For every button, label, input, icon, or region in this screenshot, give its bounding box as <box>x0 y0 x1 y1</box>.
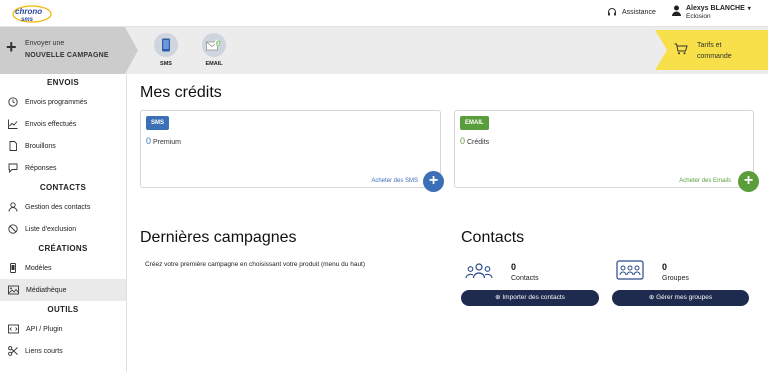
image-icon <box>8 285 19 295</box>
email-credit-value: 0 <box>460 136 466 146</box>
plus-circle-icon: ⊕ <box>495 294 501 301</box>
buy-emails-plus-button[interactable]: + <box>738 171 759 192</box>
sidebar-item-api-plugin[interactable]: API / Plugin <box>0 318 126 340</box>
sidebar-item-reponses[interactable]: Réponses <box>0 157 126 179</box>
users-group-icon <box>465 263 493 279</box>
manage-groups-label: Gérer mes groupes <box>656 294 713 301</box>
new-campaign-line1: Envoyer une <box>25 40 65 47</box>
tarifs-line1: Tarifs et <box>697 42 722 49</box>
plus-circle-icon: ⊕ <box>648 294 655 301</box>
chronosms-logo[interactable]: chrono sms <box>12 4 52 24</box>
sidebar-item-label: Modèles <box>25 264 52 272</box>
sms-credit-value: 0 <box>146 136 152 146</box>
sidebar-item-liste-exclusion[interactable]: Liste d'exclusion <box>0 218 126 240</box>
plus-icon: + <box>6 37 17 57</box>
campaigns-empty-text: Créez votre première campagne en choisis… <box>145 261 366 268</box>
section-creations: CRÉATIONS <box>38 244 88 253</box>
contacts-count: 0 <box>511 262 517 272</box>
channel-email[interactable]: @ EMAIL <box>199 33 229 67</box>
top-bar: chrono sms Assistance Alexys BLANCHE ▾ Ec… <box>0 0 768 27</box>
sidebar-item-label: Gestion des contacts <box>25 203 91 211</box>
sidebar-item-liens-courts[interactable]: Liens courts <box>0 340 126 362</box>
code-icon <box>8 324 19 334</box>
sms-badge: SMS <box>146 116 170 130</box>
sidebar-item-modeles[interactable]: Modèles <box>0 257 126 279</box>
sidebar-item-label: API / Plugin <box>26 325 63 333</box>
mobile-icon <box>10 263 16 273</box>
chat-icon <box>8 163 18 173</box>
sidebar-item-label: Brouillons <box>25 142 56 150</box>
sidebar: ENVOIS Envois programmés Envois effectué… <box>0 74 127 372</box>
headset-icon <box>608 8 616 16</box>
ban-icon <box>8 224 18 234</box>
buy-sms-link[interactable]: Acheter des SMS <box>371 178 418 184</box>
sidebar-item-gestion-contacts[interactable]: Gestion des contacts <box>0 196 126 218</box>
tarifs-line2: commande <box>697 53 732 60</box>
manage-groups-button[interactable]: ⊕ Gérer mes groupes <box>612 290 749 306</box>
new-campaign-line2: NOUVELLE CAMPAGNE <box>25 52 109 59</box>
user-outline-icon <box>8 202 18 212</box>
assistance-label: Assistance <box>622 8 656 16</box>
svg-text:@: @ <box>216 41 222 47</box>
channel-sms-label: SMS <box>160 61 172 67</box>
credits-title: Mes crédits <box>140 84 222 101</box>
channel-sms[interactable]: SMS <box>151 33 181 67</box>
svg-text:chrono: chrono <box>15 7 42 16</box>
tarifs-commande-button[interactable]: Tarifs et commande <box>655 30 768 70</box>
user-org: Eclosion <box>686 13 711 20</box>
buy-sms-plus-button[interactable]: + <box>423 171 444 192</box>
groups-count-label: Groupes <box>662 275 689 282</box>
sidebar-item-label: Médiathèque <box>26 286 67 294</box>
section-envois: ENVOIS <box>46 78 80 87</box>
import-contacts-label: Importer des contacts <box>502 294 565 301</box>
sidebar-item-label: Envois effectués <box>25 120 77 128</box>
section-outils: OUTILS <box>47 305 79 314</box>
sms-credits-card: SMS 0 Premium Acheter des SMS <box>140 110 441 188</box>
assistance-link[interactable]: Assistance <box>607 7 656 17</box>
phone-icon <box>154 33 178 57</box>
chart-line-icon <box>8 119 18 129</box>
groups-count: 0 <box>662 262 668 272</box>
sms-credit-unit: Premium <box>152 139 181 146</box>
user-icon <box>672 5 681 16</box>
user-menu[interactable]: Alexys BLANCHE ▾ Eclosion <box>672 5 751 21</box>
sidebar-item-label: Envois programmés <box>25 98 88 106</box>
sidebar-item-brouillons[interactable]: Brouillons <box>0 135 126 157</box>
sidebar-item-label: Réponses <box>25 164 57 172</box>
sidebar-item-envois-programmes[interactable]: Envois programmés <box>0 91 126 113</box>
user-name: Alexys BLANCHE <box>686 5 745 12</box>
sidebar-item-envois-effectues[interactable]: Envois effectués <box>0 113 126 135</box>
email-badge: EMAIL <box>460 116 489 130</box>
email-credit-unit: Crédits <box>466 139 490 146</box>
contacts-title: Contacts <box>461 229 525 246</box>
section-contacts: CONTACTS <box>39 183 87 192</box>
svg-text:sms: sms <box>21 17 34 23</box>
sidebar-item-label: Liste d'exclusion <box>25 225 77 233</box>
email-icon: @ <box>202 33 226 57</box>
new-campaign-button[interactable]: + Envoyer une NOUVELLE CAMPAGNE <box>0 27 138 74</box>
groups-icon <box>616 260 644 280</box>
sidebar-item-mediatheque[interactable]: Médiathèque <box>0 279 126 301</box>
buy-emails-link[interactable]: Acheter des Emails <box>679 178 731 184</box>
sidebar-item-label: Liens courts <box>25 347 63 355</box>
document-icon <box>9 141 17 151</box>
campaigns-title: Dernières campagnes <box>140 229 297 246</box>
email-credits-card: EMAIL 0 Crédits Acheter des Emails <box>454 110 754 188</box>
channel-email-label: EMAIL <box>205 61 223 67</box>
scissors-icon <box>8 346 18 356</box>
cart-icon <box>674 43 688 55</box>
contacts-count-label: Contacts <box>511 275 539 282</box>
chevron-down-icon: ▾ <box>747 6 751 12</box>
import-contacts-button[interactable]: ⊕ Importer des contacts <box>461 290 599 306</box>
clock-icon <box>8 97 18 107</box>
